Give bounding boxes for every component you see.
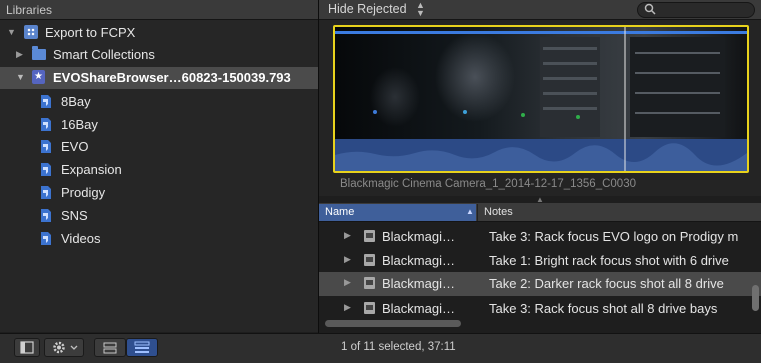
- row-notes[interactable]: Take 3: Rack focus shot all 8 drive bays: [489, 301, 751, 316]
- row-name: Blackmagi…: [382, 276, 455, 291]
- row-notes[interactable]: Take 1: Bright rack focus shot with 6 dr…: [489, 253, 751, 268]
- disclosure-closed-icon[interactable]: ▶: [344, 230, 351, 241]
- table-row[interactable]: ▶ Blackmagi… Take 1: Bright rack focus s…: [319, 249, 761, 273]
- disclosure-closed-icon[interactable]: ▶: [344, 254, 351, 265]
- disclosure-closed-icon[interactable]: ▶: [344, 277, 351, 288]
- sidebar-item-keyword[interactable]: 8Bay: [0, 91, 318, 113]
- row-name: Blackmagi…: [382, 229, 455, 244]
- selection-status: 1 of 11 selected, 37:11: [341, 341, 456, 353]
- column-header-notes[interactable]: Notes: [484, 206, 513, 218]
- sidebar-item-smart-collections[interactable]: ▶ Smart Collections: [0, 44, 318, 66]
- sort-ascending-icon: ▲: [466, 207, 474, 216]
- list-view-button[interactable]: [126, 338, 158, 357]
- keyword-label: SNS: [61, 208, 88, 223]
- search-icon: [644, 3, 656, 15]
- folder-icon: [32, 46, 46, 60]
- sidebar-item-event[interactable]: ▼ ★ EVOShareBrowser…60823-150039.793: [0, 67, 318, 89]
- keyword-collection-icon: [41, 186, 51, 199]
- filmstrip-view-icon: [103, 342, 117, 354]
- selected-clip-filmstrip[interactable]: [333, 25, 749, 173]
- clip-film-icon: [364, 277, 375, 289]
- disclosure-open-icon[interactable]: ▼: [16, 72, 25, 82]
- list-view-icon: [134, 341, 150, 353]
- vertical-scrollbar[interactable]: [752, 285, 759, 311]
- sidebar-item-keyword[interactable]: Prodigy: [0, 182, 318, 204]
- sidebar-item-keyword[interactable]: Videos: [0, 228, 318, 250]
- clip-film-icon: [364, 230, 375, 242]
- table-row-selected[interactable]: ▶ Blackmagi… Take 2: Darker rack focus s…: [319, 272, 761, 296]
- keyword-label: 16Bay: [61, 117, 98, 132]
- keyword-collection-icon: [41, 232, 51, 245]
- keyword-label: 8Bay: [61, 94, 91, 109]
- filmstrip-view-button[interactable]: [94, 338, 126, 357]
- filter-popup[interactable]: Hide Rejected: [328, 2, 407, 16]
- keyword-label: EVO: [61, 139, 89, 154]
- row-notes[interactable]: Take 2: Darker rack focus shot all 8 dri…: [489, 276, 751, 291]
- clip-thumbnail: [335, 27, 747, 171]
- keyword-collection-icon: [41, 140, 51, 153]
- smart-collections-label: Smart Collections: [53, 47, 155, 62]
- disclosure-closed-icon[interactable]: ▶: [16, 49, 23, 60]
- popup-arrows-icon[interactable]: ▲ ▼: [416, 1, 425, 18]
- keyword-label: Videos: [61, 231, 101, 246]
- disclosure-closed-icon[interactable]: ▶: [344, 302, 351, 313]
- toggle-sidebar-button[interactable]: [14, 338, 40, 357]
- table-row[interactable]: ▶ Blackmagi… Take 3: Rack focus EVO logo…: [319, 225, 761, 249]
- horizontal-scrollbar[interactable]: [325, 320, 461, 327]
- libraries-title: Libraries: [6, 3, 53, 17]
- keyword-collection-icon: [41, 163, 51, 176]
- row-name: Blackmagi…: [382, 253, 455, 268]
- row-notes[interactable]: Take 3: Rack focus EVO logo on Prodigy m: [489, 229, 751, 244]
- sidebar-item-keyword[interactable]: SNS: [0, 205, 318, 227]
- event-star-icon: ★: [32, 70, 45, 84]
- column-name-label: Name: [325, 206, 355, 218]
- action-menu-button[interactable]: [44, 338, 84, 357]
- library-icon: [24, 25, 38, 39]
- clip-film-icon: [364, 254, 375, 266]
- sidebar-item-keyword[interactable]: Expansion: [0, 159, 318, 181]
- row-name: Blackmagi…: [382, 301, 455, 316]
- table-row[interactable]: ▶ Blackmagi… Take 3: Rack focus shot all…: [319, 297, 761, 321]
- keyword-label: Expansion: [61, 162, 122, 177]
- clip-name-label: Blackmagic Cinema Camera_1_2014-12-17_13…: [340, 178, 636, 190]
- sidebar-item-keyword[interactable]: 16Bay: [0, 114, 318, 136]
- keyword-collection-icon: [41, 118, 51, 131]
- keyword-label: Prodigy: [61, 185, 106, 200]
- column-divider[interactable]: [477, 204, 478, 221]
- disclosure-open-icon[interactable]: ▼: [7, 27, 16, 37]
- keyword-collection-icon: [41, 209, 51, 222]
- library-label: Export to FCPX: [45, 25, 136, 40]
- gear-icon: [53, 341, 78, 354]
- sidebar-item-library[interactable]: ▼ Export to FCPX: [0, 22, 318, 44]
- pane-divider[interactable]: [318, 0, 319, 362]
- sidebar-item-keyword[interactable]: EVO: [0, 136, 318, 158]
- clip-film-icon: [364, 302, 375, 314]
- event-label: EVOShareBrowser…60823-150039.793: [53, 70, 291, 85]
- sidebar-toggle-icon: [20, 341, 34, 354]
- keyword-collection-icon: [41, 95, 51, 108]
